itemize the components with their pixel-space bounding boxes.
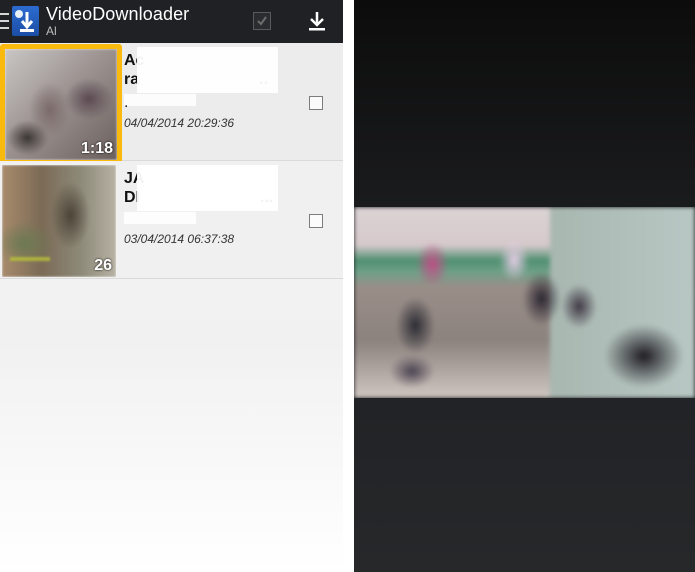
- list-item[interactable]: 26 JA DI ... 03/04/2014 06:37:38: [0, 161, 343, 279]
- video-date: 04/04/2014 20:29:36: [124, 116, 235, 130]
- video-downloader-app: VideoDownloader Al 1:18 Ac ra ..: [0, 0, 343, 572]
- select-checkbox[interactable]: [309, 214, 323, 228]
- video-frame[interactable]: [354, 207, 695, 398]
- panel-divider: [343, 0, 354, 572]
- download-icon[interactable]: [306, 10, 328, 32]
- check-all-icon[interactable]: [253, 12, 271, 30]
- app-title: VideoDownloader: [46, 4, 190, 24]
- select-checkbox[interactable]: [309, 96, 323, 110]
- menu-icon[interactable]: [0, 13, 9, 29]
- video-date: 03/04/2014 06:37:38: [124, 232, 235, 246]
- video-thumbnail[interactable]: 1:18: [0, 44, 122, 165]
- action-bar: VideoDownloader Al: [0, 0, 343, 43]
- video-downloader-logo-icon[interactable]: [12, 6, 39, 36]
- video-list: 1:18 Ac ra .. . 04/04/2014 20:29:36 26 J…: [0, 43, 343, 279]
- video-player[interactable]: [354, 0, 695, 572]
- video-thumbnail[interactable]: 26: [2, 165, 116, 277]
- video-subtitle: .: [124, 94, 196, 111]
- classroom-video-image: [354, 207, 695, 398]
- video-duration: 26: [94, 257, 112, 274]
- app-subtitle: Al: [46, 24, 57, 38]
- list-item[interactable]: 1:18 Ac ra .. . 04/04/2014 20:29:36: [0, 43, 343, 165]
- video-duration: 1:18: [80, 140, 113, 157]
